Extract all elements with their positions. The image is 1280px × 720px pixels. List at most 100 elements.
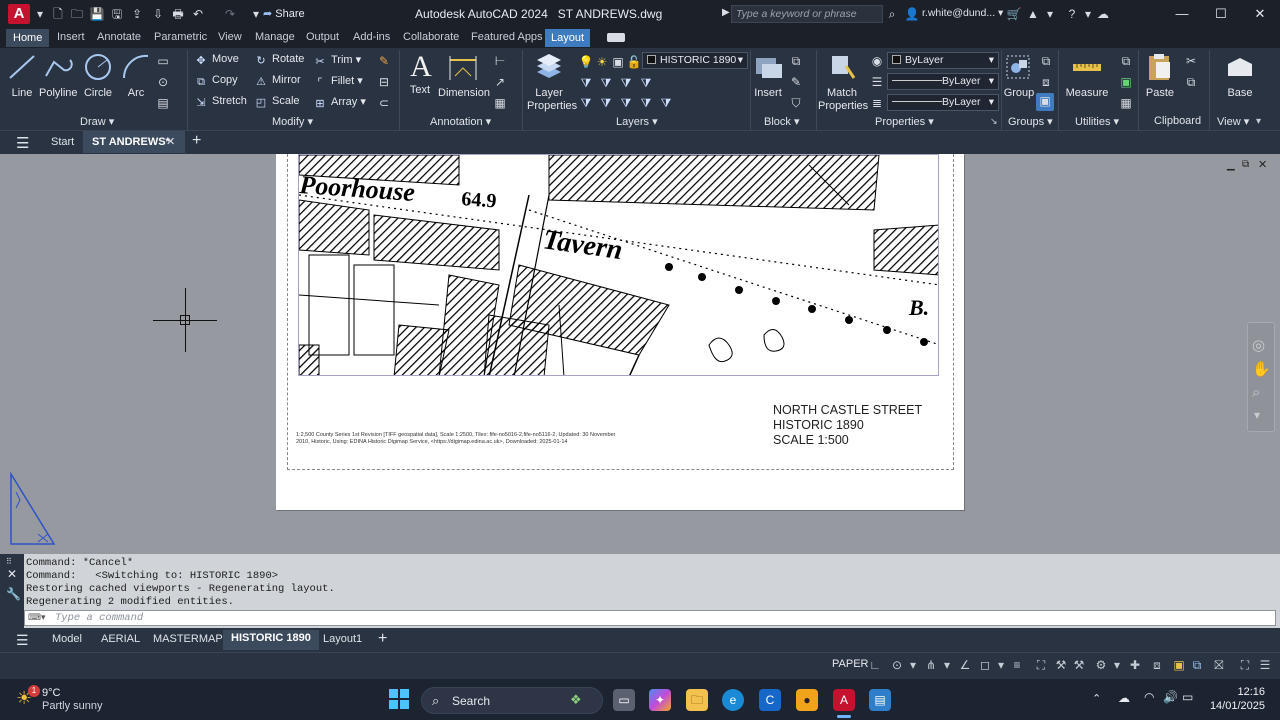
autocad-logo[interactable]: A [8, 4, 30, 24]
text-button[interactable]: A Text [405, 52, 435, 97]
share-button[interactable]: ➦ Share [263, 7, 305, 20]
close-tab-icon[interactable]: ✕ [166, 135, 175, 148]
color-wheel-icon[interactable]: ◉ [869, 53, 885, 69]
offset-icon[interactable]: ⊂ [376, 95, 392, 111]
isolate-objects-icon[interactable]: ⛝ [1212, 658, 1226, 672]
calculator-icon[interactable]: ▦ [1118, 95, 1134, 111]
layers-panel-label[interactable]: Layers ▾ [616, 115, 658, 128]
stretch-button[interactable]: ⇲ Stretch [194, 95, 246, 109]
file-explorer-icon[interactable]: 🗀 [686, 689, 708, 711]
clipboard-panel-label[interactable]: Clipboard [1154, 115, 1201, 127]
close-button[interactable]: ✕ [1240, 4, 1280, 24]
undo-icon[interactable]: ↶ [190, 6, 206, 22]
customization-menu-icon[interactable]: ☰ [1258, 658, 1272, 672]
workspace-chevron-icon[interactable]: ▾ [1110, 658, 1124, 672]
select-all-icon[interactable]: ▣ [1118, 74, 1134, 90]
table-icon[interactable]: ▦ [492, 95, 508, 111]
cut-icon[interactable]: ✂ [1183, 53, 1199, 69]
cloud-icon[interactable]: ☁ [1095, 6, 1111, 22]
tab-view[interactable]: View [218, 31, 242, 43]
linetype-dropdown[interactable]: ByLayer ▾ [887, 73, 999, 90]
lineweight-toggle-icon[interactable]: ≡ [1010, 658, 1024, 672]
viewport-close-icon[interactable]: ✕ [1258, 158, 1267, 171]
explode-icon[interactable]: ⊟ [376, 74, 392, 90]
customize-chevron-icon[interactable]: ▾ [248, 6, 264, 22]
user-icon[interactable]: 👤 [904, 6, 920, 22]
tab-collaborate[interactable]: Collaborate [403, 31, 459, 43]
block-panel-label[interactable]: Block ▾ [764, 115, 799, 128]
lock-ui-icon[interactable]: ⧉ [1190, 658, 1204, 672]
group-edit-icon[interactable]: ⧈ [1038, 74, 1054, 90]
hamburger-menu-icon[interactable]: ☰ [16, 134, 29, 152]
ribbon-options-chevron-icon[interactable]: ▾ [1256, 116, 1261, 127]
quick-view-icon[interactable]: ⛶ [1034, 658, 1048, 672]
layer-unlock-icon[interactable]: 🔓 [626, 54, 642, 70]
volume-icon[interactable]: 🔊 [1163, 690, 1178, 704]
tab-insert[interactable]: Insert [57, 31, 85, 43]
expand-arrow-icon[interactable]: ▶ [722, 7, 730, 18]
grid-icon[interactable]: ∟ [868, 658, 882, 672]
doc-tab-start[interactable]: Start [51, 136, 74, 148]
save-icon[interactable]: 💾 [89, 6, 105, 22]
scale-button[interactable]: ◰ Scale [254, 95, 300, 109]
nav-chevron-icon[interactable]: ▾ [1254, 408, 1260, 422]
command-close-icon[interactable]: ✕ [7, 567, 17, 581]
layout-menu-icon[interactable]: ☰ [16, 632, 29, 649]
search-icon[interactable]: ⌕ [884, 6, 900, 22]
layer-on-icon[interactable]: 💡 [578, 54, 594, 70]
insert-block-button[interactable]: Insert [752, 52, 784, 99]
layer-thaw-icon[interactable]: ☀ [594, 54, 610, 70]
upload-icon[interactable]: ⇪ [129, 6, 145, 22]
group-select-toggle-icon[interactable]: ▣ [1036, 93, 1054, 111]
lineweight-dropdown[interactable]: ByLayer ▾ [887, 94, 999, 111]
new-tab-icon[interactable]: + [192, 132, 201, 150]
mirror-button[interactable]: ⚠ Mirror [254, 74, 301, 88]
tab-parametric[interactable]: Parametric [154, 31, 207, 43]
tab-output[interactable]: Output [306, 31, 339, 43]
weather-description[interactable]: Partly sunny [42, 700, 103, 712]
fullscreen-icon[interactable]: ⛶ [1238, 658, 1252, 672]
draw-panel-label[interactable]: Draw ▾ [80, 115, 114, 128]
add-layout-icon[interactable]: + [378, 630, 387, 648]
layer-isolate-icon[interactable]: ⧩ [618, 75, 634, 91]
quick-select-icon[interactable]: ⧉ [1118, 53, 1134, 69]
workspace-gear-icon[interactable]: ⚙ [1094, 658, 1108, 672]
recent-commands-icon[interactable]: ⌨▾ [28, 612, 46, 623]
layout-tab-aerial[interactable]: AERIAL [101, 633, 140, 645]
map-viewport[interactable]: Poorhouse 64.9 Tavern B. [298, 154, 939, 376]
rectangle-icon[interactable]: ▭ [155, 53, 171, 69]
circle-button[interactable]: Circle [82, 52, 114, 99]
tray-overflow-chevron-icon[interactable]: ⌃ [1092, 692, 1101, 705]
annotation-monitor-icon[interactable]: ✚ [1128, 658, 1142, 672]
annotation-visibility-icon[interactable]: ⚒ [1072, 658, 1086, 672]
create-block-icon[interactable]: ⧉ [788, 53, 804, 69]
fillet-button[interactable]: ⌜ Fillet ▾ [313, 74, 362, 89]
zoom-extents-icon[interactable]: ⌕ [1252, 384, 1260, 401]
leader-icon[interactable]: ↗ [492, 74, 508, 90]
pan-hand-icon[interactable]: ✋ [1252, 360, 1271, 378]
steering-wheel-icon[interactable]: ◎ [1252, 336, 1265, 354]
company-portal-icon[interactable]: C [759, 689, 781, 711]
properties-panel-label[interactable]: Properties ▾ [875, 115, 934, 128]
polyline-button[interactable]: Polyline [39, 52, 78, 99]
layer-freeze-icon[interactable]: ⧩ [578, 95, 594, 111]
layer-walk-icon[interactable]: ⧩ [638, 95, 654, 111]
new-file-icon[interactable]: 🗋 [50, 6, 66, 22]
line-button[interactable]: Line [6, 52, 38, 99]
erase-icon[interactable]: ✎ [376, 53, 392, 69]
app-chevron-icon[interactable]: ▾ [1042, 6, 1058, 22]
tab-layout[interactable]: Layout [545, 29, 591, 47]
notepad-icon[interactable]: ▤ [869, 689, 891, 711]
layout-tab-layout1[interactable]: Layout1 [323, 633, 362, 645]
layer-properties-button[interactable]: Layer Properties [527, 52, 577, 113]
osnap-chevron-icon[interactable]: ▾ [994, 658, 1008, 672]
layout-tab-historic-1890[interactable]: HISTORIC 1890 [223, 630, 319, 650]
layout-tab-model[interactable]: Model [52, 633, 82, 645]
annotation-scale-icon[interactable]: ⚒ [1054, 658, 1068, 672]
task-view-icon[interactable]: ▭ [613, 689, 635, 711]
layer-off-icon[interactable]: ⧩ [598, 95, 614, 111]
object-snap-icon[interactable]: ◻ [978, 658, 992, 672]
minimize-button[interactable]: — [1162, 4, 1202, 24]
taskbar-time[interactable]: 12:16 [1215, 686, 1265, 698]
copilot-icon[interactable]: ✦ [649, 689, 671, 711]
